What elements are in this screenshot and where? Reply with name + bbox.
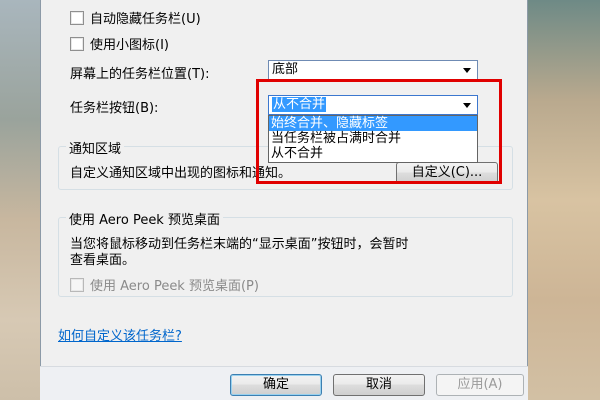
autohide-label: 自动隐藏任务栏(U) bbox=[90, 12, 201, 27]
aero-peek-checkbox[interactable] bbox=[70, 277, 84, 292]
help-link[interactable]: 如何自定义该任务栏? bbox=[58, 325, 182, 344]
notification-area-description: 自定义通知区域中出现的图标和通知。 bbox=[70, 166, 292, 181]
aero-peek-checkbox-row[interactable]: 使用 Aero Peek 预览桌面(P) bbox=[70, 275, 259, 294]
autohide-checkbox-row[interactable]: 自动隐藏任务栏(U) bbox=[70, 8, 201, 27]
dropdown-option-combine-when-full[interactable]: 当任务栏被占满时合并 bbox=[269, 131, 477, 146]
aero-peek-title: 使用 Aero Peek 预览桌面 bbox=[66, 209, 223, 228]
dropdown-option-never-combine[interactable]: 从不合并 bbox=[269, 146, 477, 161]
aero-peek-checkbox-label: 使用 Aero Peek 预览桌面(P) bbox=[90, 279, 259, 294]
autohide-checkbox[interactable] bbox=[70, 10, 84, 25]
taskbar-location-label: 屏幕上的任务栏位置(T): bbox=[70, 67, 210, 82]
taskbar-location-select[interactable]: 底部 bbox=[268, 60, 478, 80]
small-icons-label: 使用小图标(I) bbox=[90, 38, 169, 53]
chevron-down-icon bbox=[463, 68, 471, 73]
cancel-button[interactable]: 取消 bbox=[333, 374, 425, 396]
taskbar-buttons-select[interactable]: 从不合并 bbox=[268, 95, 478, 115]
taskbar-location-value: 底部 bbox=[272, 62, 299, 77]
taskbar-buttons-label: 任务栏按钮(B): bbox=[70, 101, 159, 116]
ok-button[interactable]: 确定 bbox=[230, 374, 322, 396]
apply-button[interactable]: 应用(A) bbox=[436, 374, 524, 396]
taskbar-buttons-dropdown-list: 始终合并、隐藏标签 当任务栏被占满时合并 从不合并 bbox=[268, 115, 478, 163]
small-icons-checkbox-row[interactable]: 使用小图标(I) bbox=[70, 34, 169, 53]
desktop-background-right bbox=[528, 0, 600, 400]
notification-area-title: 通知区域 bbox=[66, 138, 125, 157]
chevron-down-icon bbox=[463, 103, 471, 108]
small-icons-checkbox[interactable] bbox=[70, 36, 84, 51]
aero-peek-description-line2: 查看桌面。 bbox=[70, 253, 136, 268]
dropdown-option-always-combine[interactable]: 始终合并、隐藏标签 bbox=[269, 116, 477, 131]
desktop-background-left bbox=[0, 0, 42, 400]
taskbar-buttons-value: 从不合并 bbox=[272, 97, 327, 112]
customize-notification-button[interactable]: 自定义(C)... bbox=[396, 162, 498, 184]
